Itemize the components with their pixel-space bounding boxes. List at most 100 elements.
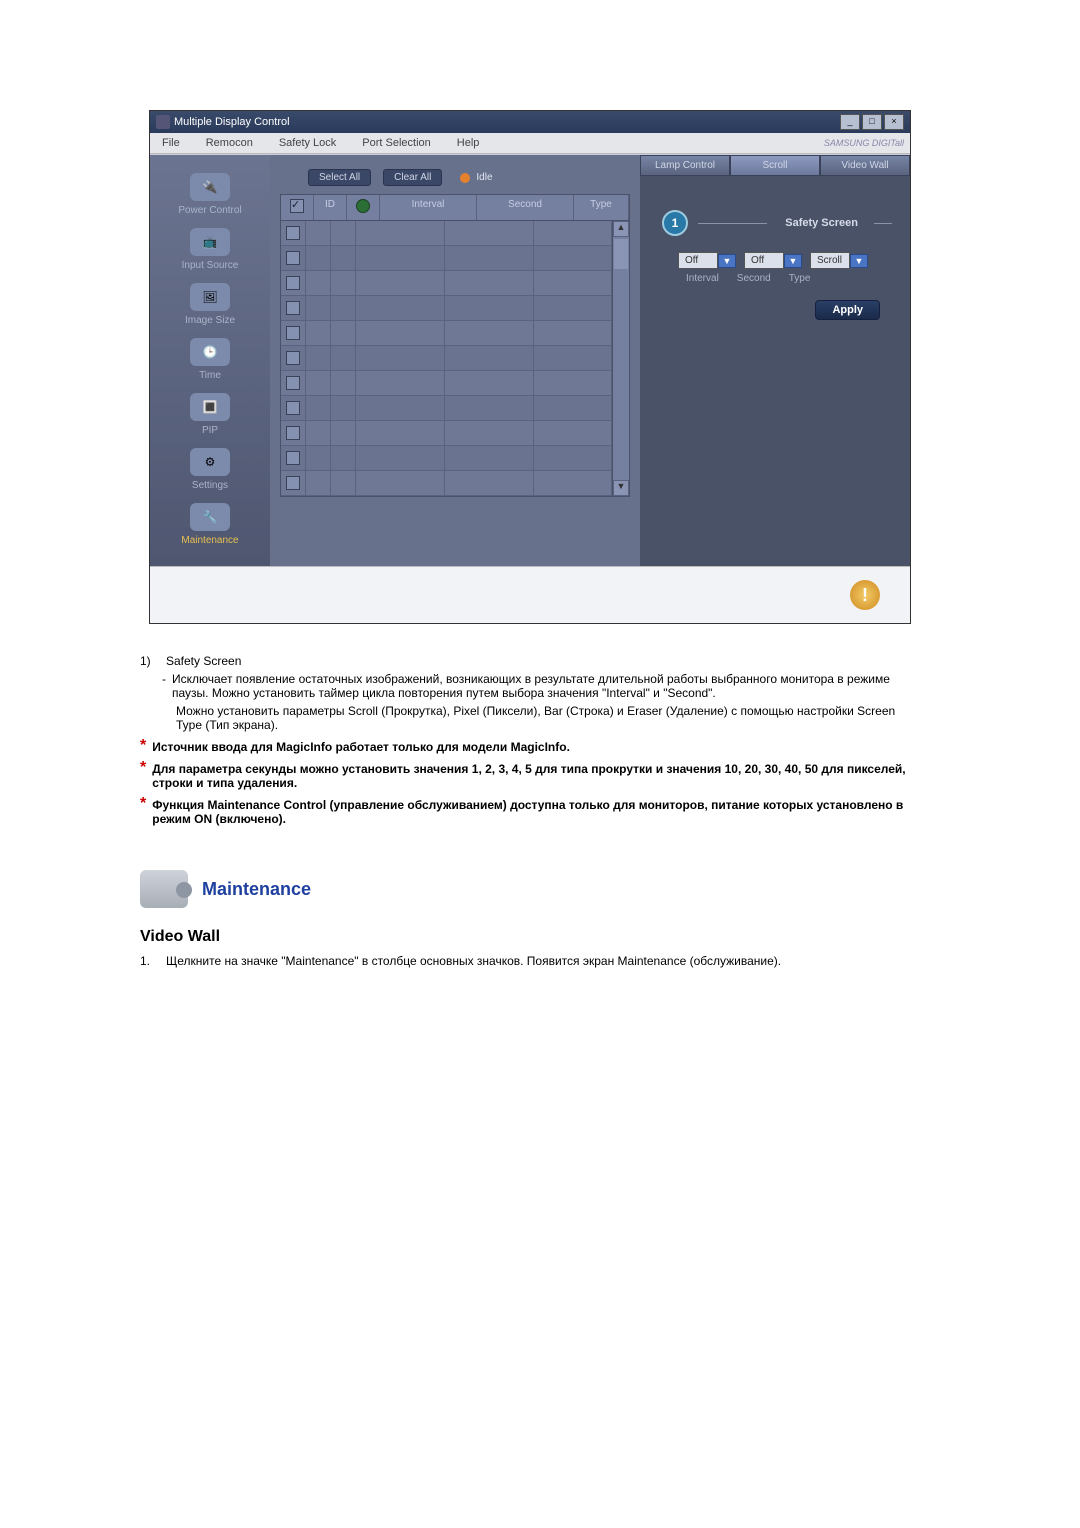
second-value: Off <box>744 252 784 269</box>
menu-file[interactable]: File <box>156 135 186 151</box>
table-row[interactable] <box>281 471 612 496</box>
menubar: File Remocon Safety Lock Port Selection … <box>150 133 910 154</box>
window-title: Multiple Display Control <box>174 116 290 128</box>
input-source-icon[interactable]: 📺 <box>190 228 230 256</box>
row-checkbox[interactable] <box>286 226 300 240</box>
detail-panel: Lamp Control Scroll Video Wall 1 Safety … <box>640 155 910 566</box>
item-desc-1: Исключает появление остаточных изображен… <box>172 672 920 700</box>
time-icon[interactable]: 🕒 <box>190 338 230 366</box>
col-status[interactable] <box>347 195 380 220</box>
image-size-icon[interactable]: 🖼 <box>190 283 230 311</box>
section-title-maintenance: Maintenance <box>202 879 311 900</box>
row-checkbox[interactable] <box>286 301 300 315</box>
menu-help[interactable]: Help <box>451 135 486 151</box>
second-sublabel: Second <box>737 273 771 284</box>
vertical-scrollbar[interactable]: ▲ ▼ <box>612 221 629 496</box>
scroll-down-button[interactable]: ▼ <box>613 480 629 496</box>
type-sublabel: Type <box>789 273 811 284</box>
chevron-down-icon[interactable]: ▼ <box>850 254 868 268</box>
col-second[interactable]: Second <box>477 195 574 220</box>
type-select[interactable]: Scroll ▼ <box>810 252 868 269</box>
brand-label: SAMSUNG DIGITall <box>824 138 904 148</box>
interval-value: Off <box>678 252 718 269</box>
row-checkbox[interactable] <box>286 251 300 265</box>
table-row[interactable] <box>281 446 612 471</box>
col-type[interactable]: Type <box>574 195 629 220</box>
list-text-1: Щелкните на значке "Maintenance" в столб… <box>166 954 781 968</box>
row-checkbox[interactable] <box>286 476 300 490</box>
note-2: Для параметра секунды можно установить з… <box>152 762 920 790</box>
row-checkbox[interactable] <box>286 426 300 440</box>
row-checkbox[interactable] <box>286 376 300 390</box>
sidebar-item-time[interactable]: Time <box>199 370 221 381</box>
row-checkbox[interactable] <box>286 451 300 465</box>
tab-scroll[interactable]: Scroll <box>730 155 820 176</box>
settings-icon[interactable]: ⚙ <box>190 448 230 476</box>
idle-label: Idle <box>476 172 492 183</box>
menu-remocon[interactable]: Remocon <box>200 135 259 151</box>
star-icon: * <box>140 798 146 826</box>
second-select[interactable]: Off ▼ <box>744 252 802 269</box>
header-checkbox[interactable] <box>290 199 304 213</box>
maximize-button[interactable]: □ <box>862 114 882 130</box>
header-led-icon <box>356 199 370 213</box>
power-control-icon[interactable]: 🔌 <box>190 173 230 201</box>
tab-lamp-control[interactable]: Lamp Control <box>640 155 730 176</box>
table-row[interactable] <box>281 346 612 371</box>
table-row[interactable] <box>281 246 612 271</box>
select-all-button[interactable]: Select All <box>308 169 371 186</box>
apply-button[interactable]: Apply <box>815 300 880 320</box>
type-value: Scroll <box>810 252 850 269</box>
titlebar: Multiple Display Control _ □ × <box>150 111 910 133</box>
row-checkbox[interactable] <box>286 351 300 365</box>
list-title: Safety Screen <box>166 654 241 668</box>
chevron-down-icon[interactable]: ▼ <box>718 254 736 268</box>
scroll-up-button[interactable]: ▲ <box>613 221 629 237</box>
tab-video-wall[interactable]: Video Wall <box>820 155 910 176</box>
col-check[interactable] <box>281 195 314 220</box>
sidebar-item-settings[interactable]: Settings <box>192 480 228 491</box>
maintenance-icon[interactable]: 🔧 <box>190 503 230 531</box>
table-row[interactable] <box>281 221 612 246</box>
app-window: Multiple Display Control _ □ × File Remo… <box>149 110 911 624</box>
sidebar-item-maintenance[interactable]: Maintenance <box>181 535 238 546</box>
sidebar-item-image-size[interactable]: Image Size <box>185 315 235 326</box>
scroll-thumb[interactable] <box>614 239 628 269</box>
item-desc-2: Можно установить параметры Scroll (Прокр… <box>176 704 920 732</box>
note-3: Функция Maintenance Control (управление … <box>152 798 920 826</box>
star-icon: * <box>140 762 146 790</box>
table-row[interactable] <box>281 271 612 296</box>
chevron-down-icon[interactable]: ▼ <box>784 254 802 268</box>
table-row[interactable] <box>281 296 612 321</box>
minimize-button[interactable]: _ <box>840 114 860 130</box>
sidebar-item-power[interactable]: Power Control <box>178 205 241 216</box>
table-row[interactable] <box>281 321 612 346</box>
warning-icon: ! <box>850 580 880 610</box>
table-row[interactable] <box>281 396 612 421</box>
sidebar-item-input[interactable]: Input Source <box>182 260 239 271</box>
statusbar: ! <box>150 566 910 623</box>
idle-indicator: Idle <box>460 172 492 183</box>
center-panel: Select All Clear All Idle ID <box>270 155 640 566</box>
col-id[interactable]: ID <box>314 195 347 220</box>
row-checkbox[interactable] <box>286 326 300 340</box>
idle-dot-icon <box>460 173 470 183</box>
list-number: 1. <box>140 954 158 968</box>
row-checkbox[interactable] <box>286 401 300 415</box>
sidebar-item-pip[interactable]: PIP <box>202 425 218 436</box>
subhead-video-wall: Video Wall <box>140 928 920 946</box>
grid-rows <box>281 221 612 496</box>
row-checkbox[interactable] <box>286 276 300 290</box>
col-interval[interactable]: Interval <box>380 195 477 220</box>
note-1: Источник ввода для MagicInfo работает то… <box>152 740 570 754</box>
app-icon <box>156 115 170 129</box>
menu-safety-lock[interactable]: Safety Lock <box>273 135 342 151</box>
interval-select[interactable]: Off ▼ <box>678 252 736 269</box>
table-row[interactable] <box>281 421 612 446</box>
table-row[interactable] <box>281 371 612 396</box>
menu-port-selection[interactable]: Port Selection <box>356 135 436 151</box>
interval-sublabel: Interval <box>686 273 719 284</box>
close-button[interactable]: × <box>884 114 904 130</box>
pip-icon[interactable]: 🔳 <box>190 393 230 421</box>
clear-all-button[interactable]: Clear All <box>383 169 442 186</box>
